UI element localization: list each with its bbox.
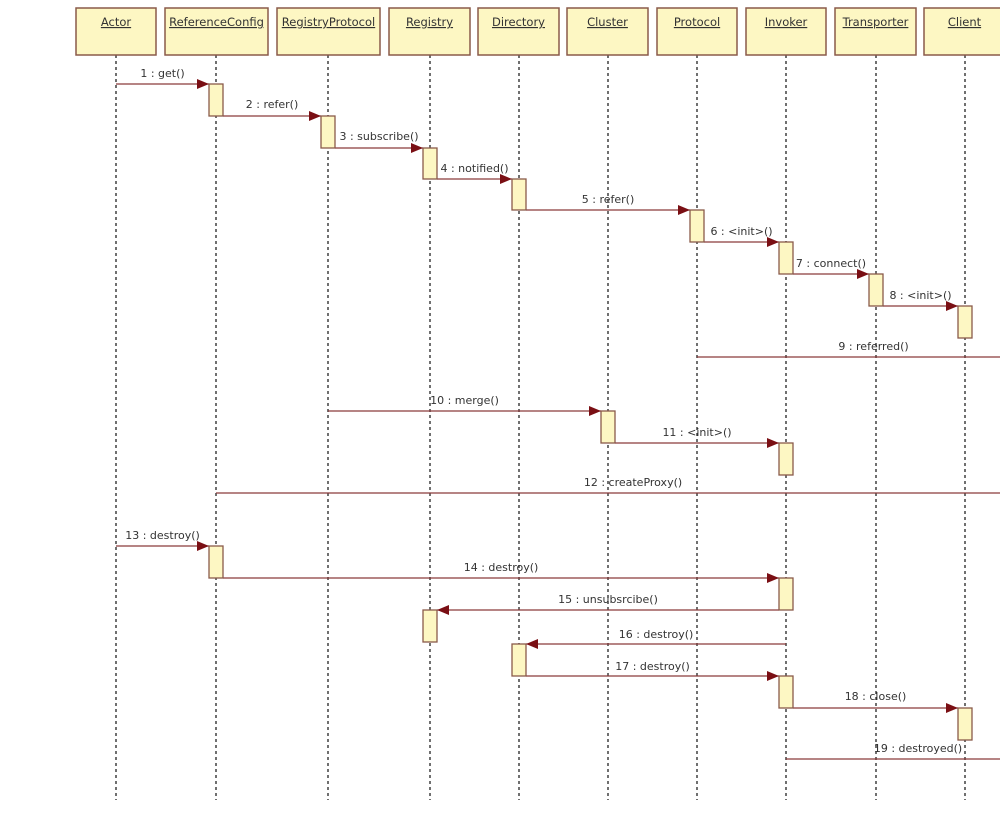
participant-invoker: Invoker — [745, 7, 827, 56]
message-1: 1 : get() — [116, 67, 209, 89]
message-13: 13 : destroy() — [116, 529, 209, 551]
participant-label: Transporter — [842, 15, 909, 29]
message-label: 5 : refer() — [582, 193, 635, 206]
arrowhead-icon — [857, 269, 869, 279]
activation-bar-directory — [511, 178, 527, 211]
arrowhead-icon — [309, 111, 321, 121]
activation-bar-transporter — [868, 273, 884, 307]
arrowhead-icon — [767, 438, 779, 448]
message-16: 16 : destroy() — [526, 628, 786, 649]
participant-headers: Actor ReferenceConfig RegistryProtocol Regi… — [75, 7, 1000, 56]
participant-client: Client — [923, 7, 1000, 56]
activation-bar-invoker — [778, 675, 794, 709]
arrowhead-icon — [946, 301, 958, 311]
participant-referenceconfig: ReferenceConfig — [164, 7, 269, 56]
message-9: 9 : referred() — [697, 340, 1000, 358]
messages: 1 : get() 2 : refer() 3 : subscribe() 4 : n… — [116, 67, 1000, 760]
participant-protocol: Protocol — [656, 7, 738, 56]
message-label: 15 : unsubsrcibe() — [558, 593, 658, 606]
activation-bar-invoker — [778, 442, 794, 476]
activation-bar-referenceconfig — [208, 83, 224, 117]
message-label: 14 : destroy() — [464, 561, 539, 574]
arrowhead-icon — [437, 605, 449, 615]
message-label: 10 : merge() — [430, 394, 499, 407]
arrowhead-icon — [946, 703, 958, 713]
participant-label: Directory — [492, 15, 545, 29]
message-label: 4 : notified() — [440, 162, 508, 175]
message-label: 6 : <init>() — [710, 225, 772, 238]
message-11: 11 : <init>() — [615, 426, 779, 448]
activation-bar-referenceconfig — [208, 545, 224, 579]
participant-label: Client — [948, 15, 982, 29]
message-label: 11 : <init>() — [662, 426, 731, 439]
arrowhead-icon — [500, 174, 512, 184]
message-label: 3 : subscribe() — [339, 130, 418, 143]
message-2: 2 : refer() — [223, 98, 321, 121]
message-10: 10 : merge() — [328, 394, 601, 416]
participant-label: Cluster — [587, 15, 628, 29]
arrowhead-icon — [767, 237, 779, 247]
message-4: 4 : notified() — [437, 162, 512, 184]
message-14: 14 : destroy() — [223, 561, 779, 583]
arrowhead-icon — [197, 79, 209, 89]
message-label: 18 : close() — [845, 690, 907, 703]
activation-bar-directory — [511, 643, 527, 677]
activation-bar-registry — [422, 147, 438, 180]
message-label: 19 : destroyed() — [874, 742, 962, 755]
participant-label: Registry — [406, 15, 453, 29]
arrowhead-icon — [411, 143, 423, 153]
message-17: 17 : destroy() — [526, 660, 779, 681]
message-label: 1 : get() — [140, 67, 184, 80]
message-label: 16 : destroy() — [619, 628, 694, 641]
message-label: 2 : refer() — [246, 98, 299, 111]
sequence-diagram: Actor ReferenceConfig RegistryProtocol Regi… — [75, 7, 1000, 800]
participant-label: ReferenceConfig — [169, 15, 264, 29]
activation-bar-protocol — [689, 209, 705, 243]
arrowhead-icon — [526, 639, 538, 649]
message-label: 8 : <init>() — [889, 289, 951, 302]
participant-label: Invoker — [765, 15, 808, 29]
activation-bar-invoker — [778, 577, 794, 611]
lifelines — [115, 55, 966, 800]
message-3: 3 : subscribe() — [335, 130, 423, 153]
activation-bar-client — [957, 707, 973, 741]
activation-bar-registry — [422, 609, 438, 643]
message-label: 12 : createProxy() — [584, 476, 682, 489]
participant-label: RegistryProtocol — [282, 15, 375, 29]
activation-bar-client — [957, 305, 973, 339]
message-label: 9 : referred() — [838, 340, 908, 353]
message-label: 17 : destroy() — [615, 660, 690, 673]
message-15: 15 : unsubsrcibe() — [437, 593, 779, 615]
activation-bar-invoker — [778, 241, 794, 275]
arrowhead-icon — [589, 406, 601, 416]
arrowhead-icon — [767, 671, 779, 681]
arrowhead-icon — [197, 541, 209, 551]
arrowhead-icon — [678, 205, 690, 215]
participant-cluster: Cluster — [566, 7, 649, 56]
participant-registryprotocol: RegistryProtocol — [276, 7, 381, 56]
message-6: 6 : <init>() — [704, 225, 779, 247]
message-8: 8 : <init>() — [883, 289, 958, 311]
message-19: 19 : destroyed() — [786, 742, 1000, 760]
message-label: 13 : destroy() — [125, 529, 200, 542]
participant-label: Actor — [101, 15, 132, 29]
participant-registry: Registry — [388, 7, 471, 56]
participant-transporter: Transporter — [834, 7, 917, 56]
arrowhead-icon — [767, 573, 779, 583]
participant-directory: Directory — [477, 7, 560, 56]
message-label: 7 : connect() — [796, 257, 866, 270]
activation-bar-registryprotocol — [320, 115, 336, 149]
activation-bar-cluster — [600, 410, 616, 444]
message-7: 7 : connect() — [793, 257, 869, 279]
participant-label: Protocol — [674, 15, 720, 29]
participant-actor: Actor — [75, 7, 157, 56]
message-12: 12 : createProxy() — [216, 476, 1000, 494]
